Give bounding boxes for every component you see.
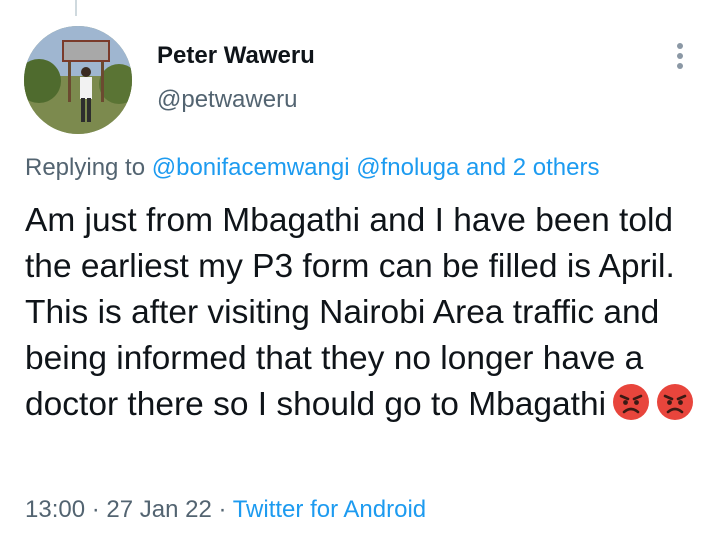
- avatar[interactable]: [24, 26, 132, 134]
- author-handle[interactable]: @petwaweru: [157, 86, 297, 114]
- more-options-button[interactable]: [668, 40, 692, 74]
- meta-separator: ·: [85, 496, 107, 523]
- more-dot-icon: [677, 53, 683, 59]
- mention-link[interactable]: @fnoluga: [356, 154, 459, 181]
- more-dot-icon: [677, 43, 683, 49]
- others-link[interactable]: 2 others: [513, 154, 600, 181]
- tweet-metadata: 13:00 · 27 Jan 22 · Twitter for Android: [25, 496, 426, 524]
- tweet-text: Am just from Mbagathi and I have been to…: [25, 198, 715, 428]
- angry-face-icon: [612, 383, 650, 421]
- reply-and-text: and: [459, 154, 513, 181]
- angry-face-icon: [656, 383, 694, 421]
- author-name[interactable]: Peter Waweru: [157, 42, 315, 70]
- tweet-date[interactable]: 27 Jan 22: [106, 496, 211, 523]
- tweet-source-link[interactable]: Twitter for Android: [233, 496, 426, 523]
- more-dot-icon: [677, 63, 683, 69]
- meta-separator: ·: [211, 496, 233, 523]
- replying-to-label: Replying to: [25, 154, 152, 181]
- thread-connector-line: [75, 0, 77, 16]
- replying-to-line: Replying to @bonifacemwangi @fnoluga and…: [25, 154, 599, 182]
- avatar-photo-icon: [24, 26, 132, 134]
- tweet-body: Am just from Mbagathi and I have been to…: [25, 202, 675, 423]
- mention-link[interactable]: @bonifacemwangi: [152, 154, 350, 181]
- tweet-time[interactable]: 13:00: [25, 496, 85, 523]
